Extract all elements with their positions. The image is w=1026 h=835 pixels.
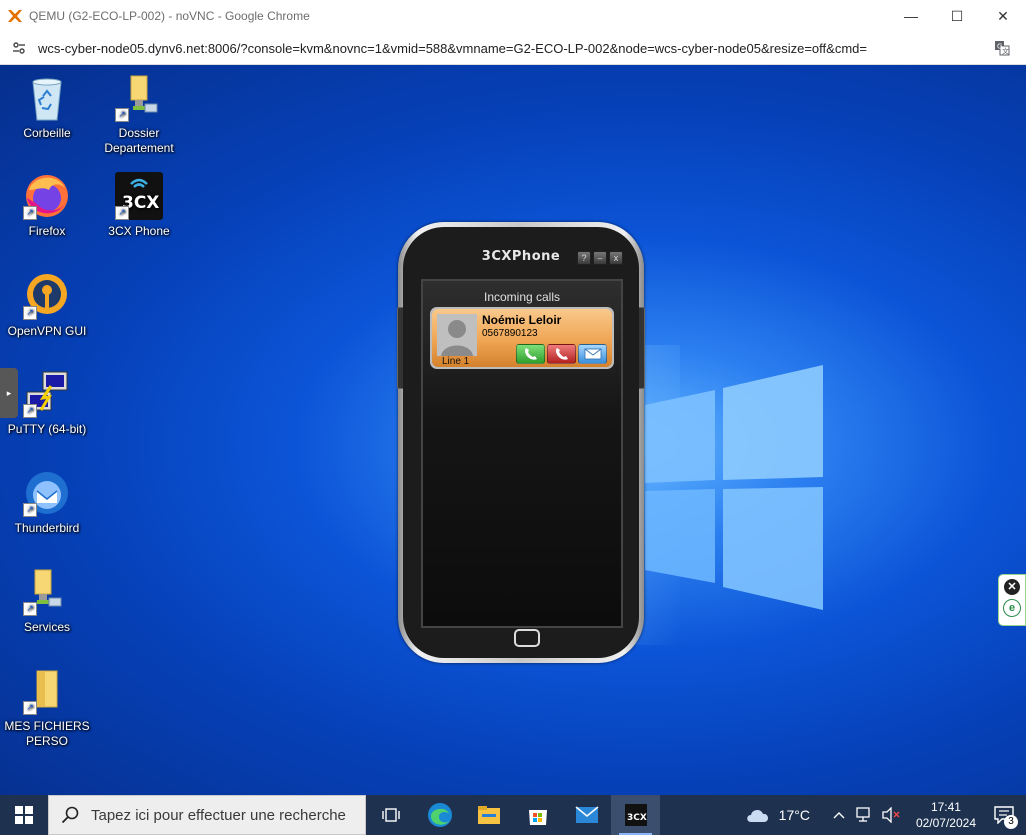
clock-time: 17:41 xyxy=(930,800,961,814)
extension-widget[interactable]: ✕ e xyxy=(998,574,1026,626)
icon-label: Thunderbird xyxy=(14,521,80,535)
windows-wallpaper-logo xyxy=(645,365,823,610)
phone-screen: Incoming calls Noémie Leloir 0567890123 … xyxy=(421,279,623,628)
task-view-icon xyxy=(381,808,400,822)
volume-muted-icon xyxy=(882,807,900,823)
edge-icon xyxy=(427,803,452,827)
windows-start-icon xyxy=(15,806,33,824)
3cx-icon: 3CX xyxy=(624,804,647,826)
store-icon xyxy=(528,810,547,825)
line-label: Line 1 xyxy=(442,356,470,367)
3cx-phone-window[interactable]: 3CXPhone ? – x Incoming calls Noémie Lel… xyxy=(397,222,645,663)
caller-number: 0567890123 xyxy=(482,328,538,339)
file-explorer-icon xyxy=(477,806,500,824)
phone-home-button[interactable] xyxy=(514,629,540,647)
task-view-button[interactable] xyxy=(366,795,415,835)
chevron-up-icon xyxy=(833,812,845,819)
url-text[interactable]: wcs-cyber-node05.dynv6.net:8006/?console… xyxy=(38,41,867,56)
window-title: QEMU (G2-ECO-LP-002) - noVNC - Google Ch… xyxy=(29,9,310,23)
caller-avatar xyxy=(437,314,477,356)
screen-header: Incoming calls xyxy=(483,290,561,304)
taskbar-search[interactable]: Tapez ici pour effectuer une recherche xyxy=(48,795,366,835)
icon-label: PuTTY (64-bit) xyxy=(7,422,87,436)
answer-call-button[interactable] xyxy=(516,344,545,364)
icon-label: MES FICHIERS PERSO xyxy=(4,719,90,748)
desktop-icon-firefox[interactable]: ↗ Firefox xyxy=(3,172,91,239)
person-silhouette-icon xyxy=(441,320,473,356)
caller-name: Noémie Leloir xyxy=(482,313,562,327)
close-button[interactable]: ✕ xyxy=(980,0,1026,32)
network-icon xyxy=(856,807,870,822)
desktop-icon-thunderbird[interactable]: ↗ Thunderbird xyxy=(3,469,91,536)
desktop-icon-corbeille[interactable]: Corbeille xyxy=(3,74,91,141)
volume-button[interactable] xyxy=(880,804,902,826)
shortcut-arrow-icon: ↗ xyxy=(115,108,129,122)
icon-label: Corbeille xyxy=(23,126,71,140)
site-info-icon[interactable] xyxy=(11,40,27,56)
decline-call-button[interactable] xyxy=(547,344,576,364)
taskbar: Tapez ici pour effectuer une recherche 3… xyxy=(0,795,1026,835)
maximize-button[interactable]: ☐ xyxy=(934,0,980,32)
icon-label: Services xyxy=(23,620,70,634)
desktop-icon-dossier-departement[interactable]: ↗ Dossier Departement xyxy=(95,74,183,156)
icon-label: Firefox xyxy=(28,224,66,238)
notification-center-button[interactable]: 3 xyxy=(990,795,1018,835)
novnc-control-handle[interactable]: ▸ xyxy=(0,368,18,418)
taskbar-file-explorer[interactable] xyxy=(464,795,513,835)
minimize-button[interactable]: — xyxy=(888,0,934,32)
phone-close-button[interactable]: x xyxy=(609,251,623,265)
phone-minimize-button[interactable]: – xyxy=(593,251,607,265)
phone-body: 3CXPhone ? – x Incoming calls Noémie Lel… xyxy=(403,227,639,658)
icon-label: 3CX Phone xyxy=(108,224,170,238)
taskbar-edge[interactable] xyxy=(415,795,464,835)
svg-text:文: 文 xyxy=(1002,47,1009,56)
shortcut-arrow-icon: ↗ xyxy=(23,503,37,517)
message-button[interactable] xyxy=(578,344,607,364)
weather-temperature: 17°C xyxy=(778,807,810,823)
incoming-call-card[interactable]: Noémie Leloir 0567890123 Line 1 xyxy=(430,307,614,369)
search-icon xyxy=(61,806,79,824)
phone-help-button[interactable]: ? xyxy=(577,251,591,265)
search-placeholder: Tapez ici pour effectuer une recherche xyxy=(91,806,346,824)
network-button[interactable] xyxy=(854,804,876,826)
system-tray: 17°C 17:41 02/07/2024 3 xyxy=(745,795,1026,835)
mail-icon xyxy=(575,806,598,823)
shortcut-arrow-icon: ↗ xyxy=(23,701,37,715)
widget-close-icon[interactable]: ✕ xyxy=(1004,579,1020,595)
3cx-glyph: 3CX xyxy=(627,813,647,823)
address-bar[interactable]: wcs-cyber-node05.dynv6.net:8006/?console… xyxy=(0,32,1026,65)
desktop-icon-openvpn[interactable]: ↗ OpenVPN GUI xyxy=(3,272,91,339)
shortcut-arrow-icon: ↗ xyxy=(115,206,129,220)
shortcut-arrow-icon: ↗ xyxy=(23,404,37,418)
widget-logo-icon: e xyxy=(1003,599,1021,617)
taskbar-store[interactable] xyxy=(513,795,562,835)
phone-decline-icon xyxy=(555,348,568,360)
recycle-bin-icon xyxy=(32,78,62,121)
notification-badge: 3 xyxy=(1004,815,1018,829)
envelope-icon xyxy=(584,348,601,360)
translate-icon[interactable]: G 文 xyxy=(994,40,1010,56)
clock-date: 02/07/2024 xyxy=(915,816,976,830)
cloud-icon xyxy=(746,809,768,822)
weather-widget[interactable]: 17°C xyxy=(745,807,810,823)
desktop: Corbeille ↗ Dossier Departement ↗ Firefo xyxy=(0,65,1026,795)
qemu-x-icon xyxy=(8,10,22,22)
desktop-icon-3cx-phone[interactable]: 3CX ↗ 3CX Phone xyxy=(95,172,183,239)
browser-titlebar: QEMU (G2-ECO-LP-002) - noVNC - Google Ch… xyxy=(0,0,1026,33)
show-hidden-icons-button[interactable] xyxy=(828,804,850,826)
shortcut-arrow-icon: ↗ xyxy=(23,206,37,220)
icon-label: Dossier Departement xyxy=(104,126,174,155)
desktop-icon-mes-fichiers-perso[interactable]: ↗ MES FICHIERS PERSO xyxy=(3,667,91,749)
taskbar-3cx-phone[interactable]: 3CX xyxy=(611,795,660,835)
start-button[interactable] xyxy=(0,795,48,835)
taskbar-mail[interactable] xyxy=(562,795,611,835)
clock[interactable]: 17:41 02/07/2024 xyxy=(916,799,976,831)
shortcut-arrow-icon: ↗ xyxy=(23,306,37,320)
phone-answer-icon xyxy=(524,348,537,360)
icon-label: OpenVPN GUI xyxy=(7,324,87,338)
shortcut-arrow-icon: ↗ xyxy=(23,602,37,616)
desktop-icon-services[interactable]: ↗ Services xyxy=(3,568,91,635)
